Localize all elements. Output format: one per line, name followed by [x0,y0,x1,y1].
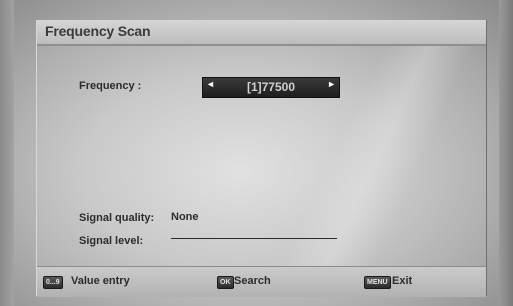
screen-right-edge [499,0,513,306]
frequency-value[interactable]: [1]77500 [203,80,339,94]
signal-level-bar [171,238,337,239]
number-keys-icon: 0...9 [43,276,63,289]
value-entry-hint[interactable]: Value entry [71,275,130,287]
right-arrow-icon[interactable]: ► [327,78,336,90]
page-title: Frequency Scan [45,23,151,39]
footer-hint-bar: 0...9 Value entry OK Search MENU Exit [37,266,486,297]
menu-key-icon: MENU [364,276,391,289]
signal-quality-label: Signal quality: [79,212,155,224]
frequency-selector[interactable]: ◄ [1]77500 ► [202,77,340,98]
signal-level-label: Signal level: [79,235,144,247]
search-hint[interactable]: Search [234,275,271,287]
frequency-label: Frequency : [79,80,142,92]
signal-quality-value: None [171,211,199,223]
screen-left-edge [0,0,14,306]
title-bar: Frequency Scan [37,20,486,46]
ok-key-icon: OK [217,276,234,289]
frequency-scan-panel: Frequency Scan Frequency : ◄ [1]77500 ► … [36,20,487,297]
exit-hint[interactable]: Exit [392,275,412,287]
